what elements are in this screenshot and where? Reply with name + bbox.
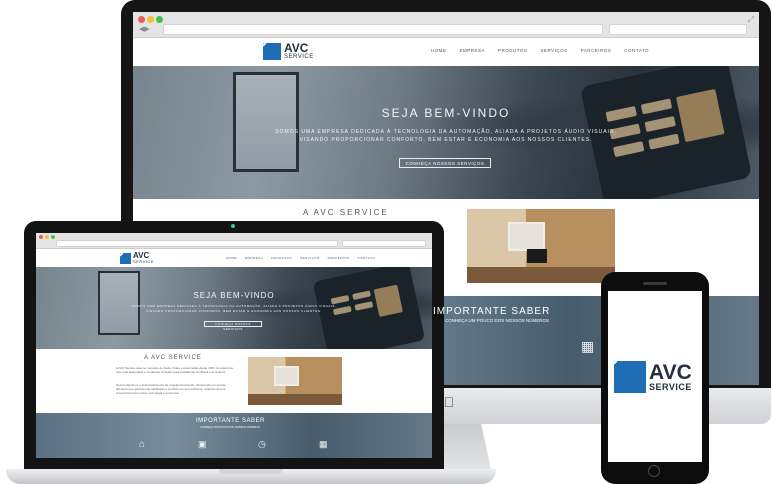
laptop-nav-produtos[interactable]: PRODUTOS: [271, 256, 292, 260]
main-nav: HOME EMPRESA PRODUTOS SERVIÇOS PARCEIROS…: [431, 48, 649, 53]
phone-logo-icon: [614, 361, 646, 393]
apple-logo-icon: : [442, 394, 456, 410]
minimize-window-button[interactable]: [147, 16, 154, 23]
laptop-about-title: A AVC SERVICE: [144, 355, 202, 361]
laptop-browser-chrome: [36, 233, 432, 249]
laptop-living-room-photo: [248, 357, 342, 405]
phone-avc-logo[interactable]: AVC SERVICE: [614, 361, 692, 393]
laptop-nav: HOME EMPRESA PRODUTOS SERVIÇOS PARCEIROS…: [226, 256, 375, 260]
laptop-hero-line-2: visando proporcionar conforto, bem estar…: [146, 309, 322, 313]
close-window-button[interactable]: [138, 16, 145, 23]
avc-logo[interactable]: AVC SERVICE: [263, 42, 314, 60]
hero-banner: SEJA BEM-VINDO Somos uma empresa dedicad…: [133, 66, 759, 199]
laptop-nav-empresa[interactable]: EMPRESA: [245, 256, 263, 260]
laptop-film-icon: ▦: [319, 439, 328, 449]
address-bar[interactable]: [163, 24, 603, 35]
laptop-close-button[interactable]: [39, 235, 43, 239]
services-cta-button[interactable]: Conheça nossos serviços: [399, 158, 491, 168]
important-title: IMPORTANTE SABER: [433, 306, 551, 317]
phone-logo-name: AVC: [649, 361, 692, 384]
laptop-maximize-button[interactable]: [51, 235, 55, 239]
laptop-nav-contato[interactable]: CONTATO: [358, 256, 376, 260]
hero-line-2: visando proporcionar conforto, bem estar…: [299, 137, 593, 143]
browser-chrome: ◀▶ ⤢: [133, 12, 759, 38]
maximize-window-button[interactable]: [156, 16, 163, 23]
nav-produtos[interactable]: PRODUTOS: [498, 48, 527, 53]
briefcase-icon: ▣: [198, 439, 207, 449]
living-room-photo: [467, 209, 615, 283]
laptop-nav-servicos[interactable]: SERVIÇOS: [300, 256, 319, 260]
laptop-important-subtitle: CONHEÇA UM POUCO DOS NOSSOS NÚMEROS: [200, 426, 260, 429]
laptop-minimize-button[interactable]: [45, 235, 49, 239]
browser-search-bar[interactable]: [609, 24, 747, 35]
nav-home[interactable]: HOME: [431, 48, 447, 53]
hero-line-1: Somos uma empresa dedicada à tecnologia …: [275, 129, 617, 135]
nav-empresa[interactable]: EMPRESA: [460, 48, 486, 53]
phone-speaker: [643, 282, 667, 285]
laptop-search-bar[interactable]: [342, 240, 426, 247]
laptop-screen: AVC SERVICE HOME EMPRESA PRODUTOS SERVIÇ…: [36, 233, 432, 458]
laptop-important-title: IMPORTANTE SABER: [196, 418, 265, 424]
laptop-logo-icon: [120, 252, 131, 264]
laptop-important-section: IMPORTANTE SABER CONHEÇA UM POUCO DOS NO…: [36, 413, 432, 458]
laptop-cta-button[interactable]: Conheça nossos serviços: [204, 321, 262, 331]
phone-logo-sub: SERVICE: [649, 382, 692, 392]
site-header: AVC SERVICE HOME EMPRESA PRODUTOS SERVIÇ…: [133, 38, 759, 66]
film-icon: ▦: [581, 338, 595, 354]
logo-name: AVC: [284, 41, 309, 55]
phone-screen: AVC SERVICE: [608, 291, 702, 462]
about-paragraph-1: A AVC Service atua no mercado de Áudio V…: [116, 366, 233, 374]
laptop-logo-sub: SERVICE: [133, 259, 154, 264]
nav-parceiros[interactable]: PARCEIROS: [581, 48, 612, 53]
laptop-notch: [219, 469, 283, 474]
laptop-hero: SEJA BEM-VINDO Somos uma empresa dedicad…: [36, 267, 432, 349]
laptop-avc-logo[interactable]: AVC SERVICE: [120, 252, 154, 264]
laptop-address-bar[interactable]: [56, 240, 338, 247]
important-subtitle: CONHEÇA UM POUCO DOS NOSSOS NÚMEROS: [445, 318, 550, 323]
hero-title: SEJA BEM-VINDO: [381, 106, 511, 120]
clock-icon: ◷: [258, 439, 266, 449]
back-forward-icon[interactable]: ◀▶: [139, 25, 159, 35]
laptop-site-header: AVC SERVICE HOME EMPRESA PRODUTOS SERVIÇ…: [36, 249, 432, 267]
logo-sub: SERVICE: [284, 54, 314, 60]
phone-home-button[interactable]: [648, 465, 660, 477]
responsive-mockup:  ◀▶ ⤢ AVC SERVICE HOME EMPRESA PRODUT: [0, 0, 772, 484]
nav-servicos[interactable]: SERVIÇOS: [540, 48, 567, 53]
signal-logo-icon: [263, 42, 281, 60]
nav-contato[interactable]: CONTATO: [624, 48, 649, 53]
about-paragraph-2: Nosso objetivo é o desenvolvimento de pr…: [116, 383, 227, 395]
laptop-hero-line-1: Somos uma empresa dedicada à tecnologia …: [131, 304, 337, 308]
laptop-nav-parceiros[interactable]: PARCEIROS: [328, 256, 350, 260]
laptop-nav-home[interactable]: HOME: [226, 256, 237, 260]
camera-icon: [231, 224, 235, 228]
laptop-hero-title: SEJA BEM-VINDO: [193, 291, 275, 300]
wall-frame: [233, 72, 299, 172]
home-icon: ⌂: [139, 439, 146, 450]
fullscreen-icon[interactable]: ⤢: [748, 15, 754, 25]
about-title: A AVC SERVICE: [303, 208, 389, 217]
